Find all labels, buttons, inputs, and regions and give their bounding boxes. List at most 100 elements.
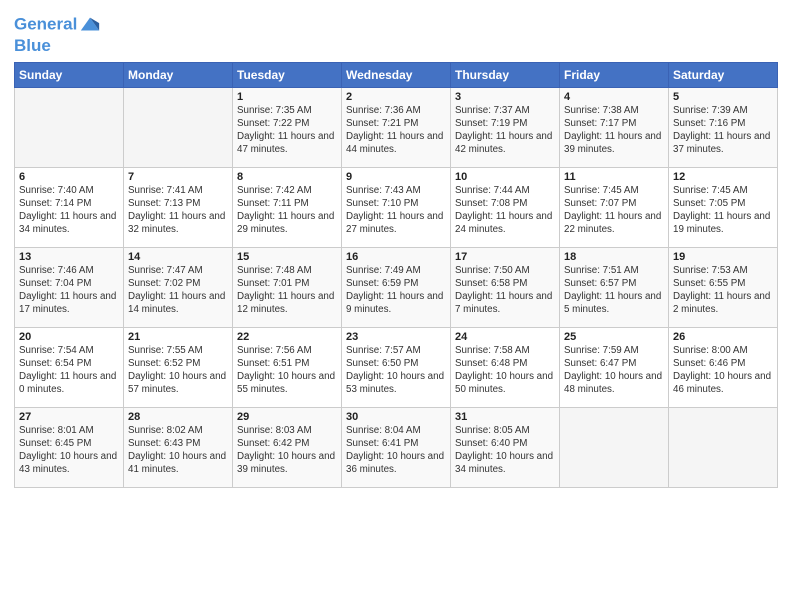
calendar-cell: 6Sunrise: 7:40 AMSunset: 7:14 PMDaylight…: [15, 167, 124, 247]
calendar-cell: 5Sunrise: 7:39 AMSunset: 7:16 PMDaylight…: [669, 87, 778, 167]
calendar-cell: [560, 407, 669, 487]
calendar-dow-saturday: Saturday: [669, 62, 778, 87]
calendar-week-1: 1Sunrise: 7:35 AMSunset: 7:22 PMDaylight…: [15, 87, 778, 167]
calendar-cell: [669, 407, 778, 487]
day-info: Sunrise: 7:45 AMSunset: 7:05 PMDaylight:…: [673, 184, 773, 237]
day-info: Sunrise: 7:53 AMSunset: 6:55 PMDaylight:…: [673, 264, 773, 317]
day-info: Sunrise: 7:40 AMSunset: 7:14 PMDaylight:…: [19, 184, 119, 237]
day-info: Sunrise: 7:43 AMSunset: 7:10 PMDaylight:…: [346, 184, 446, 237]
day-info: Sunrise: 7:59 AMSunset: 6:47 PMDaylight:…: [564, 344, 664, 397]
day-info: Sunrise: 7:51 AMSunset: 6:57 PMDaylight:…: [564, 264, 664, 317]
day-number: 14: [128, 251, 228, 263]
day-info: Sunrise: 7:38 AMSunset: 7:17 PMDaylight:…: [564, 104, 664, 157]
calendar-cell: 7Sunrise: 7:41 AMSunset: 7:13 PMDaylight…: [124, 167, 233, 247]
calendar-cell: 23Sunrise: 7:57 AMSunset: 6:50 PMDayligh…: [342, 327, 451, 407]
calendar-cell: 4Sunrise: 7:38 AMSunset: 7:17 PMDaylight…: [560, 87, 669, 167]
day-info: Sunrise: 8:01 AMSunset: 6:45 PMDaylight:…: [19, 424, 119, 477]
day-number: 1: [237, 91, 337, 103]
calendar-cell: [124, 87, 233, 167]
day-number: 25: [564, 331, 664, 343]
day-info: Sunrise: 7:54 AMSunset: 6:54 PMDaylight:…: [19, 344, 119, 397]
day-number: 9: [346, 171, 446, 183]
calendar-cell: 14Sunrise: 7:47 AMSunset: 7:02 PMDayligh…: [124, 247, 233, 327]
logo-text: GeneralBlue: [14, 14, 101, 56]
day-number: 11: [564, 171, 664, 183]
calendar-cell: 19Sunrise: 7:53 AMSunset: 6:55 PMDayligh…: [669, 247, 778, 327]
day-number: 26: [673, 331, 773, 343]
day-info: Sunrise: 7:44 AMSunset: 7:08 PMDaylight:…: [455, 184, 555, 237]
calendar-dow-tuesday: Tuesday: [233, 62, 342, 87]
day-number: 2: [346, 91, 446, 103]
calendar-header-row: SundayMondayTuesdayWednesdayThursdayFrid…: [15, 62, 778, 87]
calendar-cell: 25Sunrise: 7:59 AMSunset: 6:47 PMDayligh…: [560, 327, 669, 407]
calendar-dow-friday: Friday: [560, 62, 669, 87]
day-number: 13: [19, 251, 119, 263]
day-info: Sunrise: 8:05 AMSunset: 6:40 PMDaylight:…: [455, 424, 555, 477]
day-number: 31: [455, 411, 555, 423]
calendar-cell: 27Sunrise: 8:01 AMSunset: 6:45 PMDayligh…: [15, 407, 124, 487]
day-number: 21: [128, 331, 228, 343]
calendar-dow-monday: Monday: [124, 62, 233, 87]
day-info: Sunrise: 8:04 AMSunset: 6:41 PMDaylight:…: [346, 424, 446, 477]
day-info: Sunrise: 7:57 AMSunset: 6:50 PMDaylight:…: [346, 344, 446, 397]
calendar-week-2: 6Sunrise: 7:40 AMSunset: 7:14 PMDaylight…: [15, 167, 778, 247]
day-info: Sunrise: 7:35 AMSunset: 7:22 PMDaylight:…: [237, 104, 337, 157]
calendar-cell: 3Sunrise: 7:37 AMSunset: 7:19 PMDaylight…: [451, 87, 560, 167]
calendar-cell: 9Sunrise: 7:43 AMSunset: 7:10 PMDaylight…: [342, 167, 451, 247]
day-number: 18: [564, 251, 664, 263]
day-number: 7: [128, 171, 228, 183]
day-info: Sunrise: 7:39 AMSunset: 7:16 PMDaylight:…: [673, 104, 773, 157]
day-number: 6: [19, 171, 119, 183]
day-info: Sunrise: 7:41 AMSunset: 7:13 PMDaylight:…: [128, 184, 228, 237]
calendar-cell: 21Sunrise: 7:55 AMSunset: 6:52 PMDayligh…: [124, 327, 233, 407]
day-number: 15: [237, 251, 337, 263]
calendar-cell: 2Sunrise: 7:36 AMSunset: 7:21 PMDaylight…: [342, 87, 451, 167]
calendar-dow-wednesday: Wednesday: [342, 62, 451, 87]
day-number: 16: [346, 251, 446, 263]
calendar-cell: 20Sunrise: 7:54 AMSunset: 6:54 PMDayligh…: [15, 327, 124, 407]
day-info: Sunrise: 7:50 AMSunset: 6:58 PMDaylight:…: [455, 264, 555, 317]
calendar-cell: 29Sunrise: 8:03 AMSunset: 6:42 PMDayligh…: [233, 407, 342, 487]
calendar-cell: 30Sunrise: 8:04 AMSunset: 6:41 PMDayligh…: [342, 407, 451, 487]
calendar-cell: 24Sunrise: 7:58 AMSunset: 6:48 PMDayligh…: [451, 327, 560, 407]
day-info: Sunrise: 7:36 AMSunset: 7:21 PMDaylight:…: [346, 104, 446, 157]
day-number: 8: [237, 171, 337, 183]
day-info: Sunrise: 7:58 AMSunset: 6:48 PMDaylight:…: [455, 344, 555, 397]
day-number: 4: [564, 91, 664, 103]
day-number: 22: [237, 331, 337, 343]
calendar-week-5: 27Sunrise: 8:01 AMSunset: 6:45 PMDayligh…: [15, 407, 778, 487]
day-info: Sunrise: 7:47 AMSunset: 7:02 PMDaylight:…: [128, 264, 228, 317]
day-number: 5: [673, 91, 773, 103]
day-number: 28: [128, 411, 228, 423]
day-info: Sunrise: 7:49 AMSunset: 6:59 PMDaylight:…: [346, 264, 446, 317]
calendar-cell: 17Sunrise: 7:50 AMSunset: 6:58 PMDayligh…: [451, 247, 560, 327]
day-info: Sunrise: 7:37 AMSunset: 7:19 PMDaylight:…: [455, 104, 555, 157]
calendar-cell: 13Sunrise: 7:46 AMSunset: 7:04 PMDayligh…: [15, 247, 124, 327]
day-number: 19: [673, 251, 773, 263]
calendar-cell: 31Sunrise: 8:05 AMSunset: 6:40 PMDayligh…: [451, 407, 560, 487]
calendar-cell: 28Sunrise: 8:02 AMSunset: 6:43 PMDayligh…: [124, 407, 233, 487]
day-info: Sunrise: 7:45 AMSunset: 7:07 PMDaylight:…: [564, 184, 664, 237]
page-header: GeneralBlue: [14, 10, 778, 56]
day-number: 3: [455, 91, 555, 103]
calendar-week-4: 20Sunrise: 7:54 AMSunset: 6:54 PMDayligh…: [15, 327, 778, 407]
day-info: Sunrise: 8:03 AMSunset: 6:42 PMDaylight:…: [237, 424, 337, 477]
day-number: 30: [346, 411, 446, 423]
calendar-cell: [15, 87, 124, 167]
day-number: 20: [19, 331, 119, 343]
calendar-cell: 8Sunrise: 7:42 AMSunset: 7:11 PMDaylight…: [233, 167, 342, 247]
calendar-cell: 22Sunrise: 7:56 AMSunset: 6:51 PMDayligh…: [233, 327, 342, 407]
calendar-cell: 18Sunrise: 7:51 AMSunset: 6:57 PMDayligh…: [560, 247, 669, 327]
calendar-cell: 1Sunrise: 7:35 AMSunset: 7:22 PMDaylight…: [233, 87, 342, 167]
calendar-cell: 16Sunrise: 7:49 AMSunset: 6:59 PMDayligh…: [342, 247, 451, 327]
day-number: 12: [673, 171, 773, 183]
calendar-cell: 11Sunrise: 7:45 AMSunset: 7:07 PMDayligh…: [560, 167, 669, 247]
calendar-dow-sunday: Sunday: [15, 62, 124, 87]
day-number: 29: [237, 411, 337, 423]
day-info: Sunrise: 8:00 AMSunset: 6:46 PMDaylight:…: [673, 344, 773, 397]
day-info: Sunrise: 7:56 AMSunset: 6:51 PMDaylight:…: [237, 344, 337, 397]
calendar-table: SundayMondayTuesdayWednesdayThursdayFrid…: [14, 62, 778, 488]
calendar-cell: 10Sunrise: 7:44 AMSunset: 7:08 PMDayligh…: [451, 167, 560, 247]
day-number: 27: [19, 411, 119, 423]
calendar-week-3: 13Sunrise: 7:46 AMSunset: 7:04 PMDayligh…: [15, 247, 778, 327]
